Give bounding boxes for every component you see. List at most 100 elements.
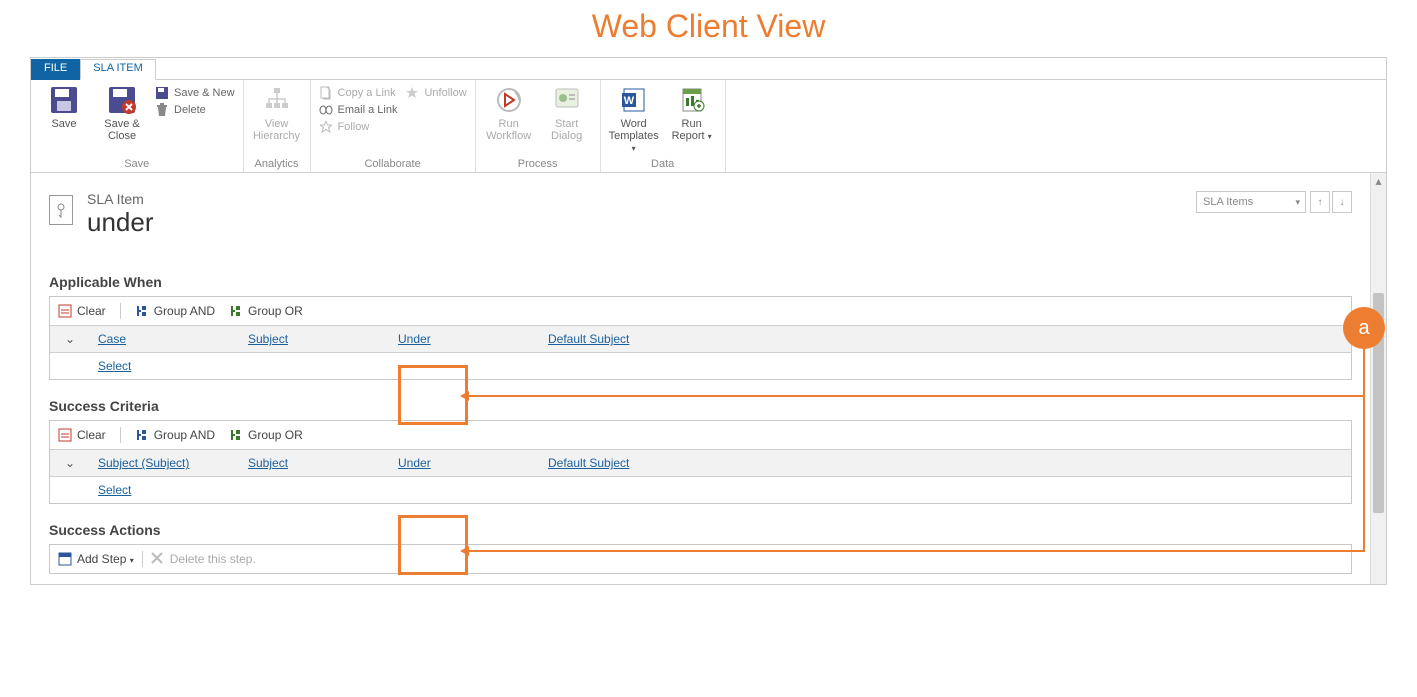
save-close-button-label: Save & Close — [97, 118, 147, 142]
delete-button[interactable]: Delete — [155, 103, 235, 117]
ribbon-group-process-label: Process — [484, 154, 592, 170]
group-and-icon — [135, 428, 149, 442]
unfollow-button[interactable]: Unfollow — [405, 86, 466, 100]
condition-row-sc: ⌄ Subject (Subject) Subject Under Defaul… — [50, 449, 1351, 476]
applicable-when-box: Clear Group AND Group OR ⌄ Case — [49, 296, 1352, 380]
group-or-icon — [229, 304, 243, 318]
clear-button-sc[interactable]: Clear — [58, 428, 106, 442]
app-frame: FILE SLA ITEM Save Save & Close — [30, 57, 1387, 585]
email-link-button[interactable]: Email a Link — [319, 103, 398, 117]
success-criteria-box: Clear Group AND Group OR ⌄ Subj — [49, 420, 1352, 504]
save-close-icon — [106, 84, 138, 116]
nav-view-dropdown[interactable]: SLA Items — [1196, 191, 1306, 213]
section-success-criteria-heading: Success Criteria — [49, 398, 1352, 414]
save-button-label: Save — [51, 118, 76, 130]
email-link-icon — [319, 103, 333, 117]
condition-entity-aw[interactable]: Case — [98, 332, 126, 346]
clear-label-aw: Clear — [77, 304, 106, 318]
success-actions-toolbar: Add Step ▾ Delete this step. — [49, 544, 1352, 574]
clear-label-sc: Clear — [77, 428, 106, 442]
add-step-icon — [58, 552, 72, 566]
follow-button[interactable]: Follow — [319, 120, 398, 134]
save-new-button[interactable]: Save & New — [155, 86, 235, 100]
group-or-button-aw[interactable]: Group OR — [229, 304, 303, 318]
group-and-button-aw[interactable]: Group AND — [135, 304, 215, 318]
ribbon-group-collaborate: Copy a Link Email a Link Follow Unfollow — [311, 80, 476, 172]
save-button[interactable]: Save — [39, 84, 89, 130]
ribbon-group-collaborate-label: Collaborate — [319, 154, 467, 170]
scrollbar[interactable]: ▴ — [1370, 173, 1386, 584]
group-and-button-sc[interactable]: Group AND — [135, 428, 215, 442]
condition-operator-aw[interactable]: Under — [398, 332, 431, 346]
word-templates-button[interactable]: W Word Templates ▾ — [609, 84, 659, 154]
ribbon-group-save-label: Save — [39, 154, 235, 170]
delete-step-icon — [151, 552, 165, 566]
arrow-down-icon: ↓ — [1340, 197, 1345, 208]
clear-icon — [58, 428, 72, 442]
tab-strip: FILE SLA ITEM — [31, 58, 1386, 80]
condition-field-sc[interactable]: Subject — [248, 456, 288, 470]
run-workflow-button[interactable]: Run Workflow — [484, 84, 534, 142]
chevron-down-icon[interactable]: ⌄ — [50, 332, 90, 346]
condition-value-sc[interactable]: Default Subject — [548, 456, 629, 470]
condition-row-aw: ⌄ Case Subject Under Default Subject — [50, 325, 1351, 352]
run-report-label: Run Report ▾ — [667, 118, 717, 142]
report-icon — [676, 84, 708, 116]
save-close-button[interactable]: Save & Close — [97, 84, 147, 142]
group-and-label-aw: Group AND — [154, 304, 215, 318]
follow-label: Follow — [338, 121, 370, 133]
select-row-sc: Select — [50, 476, 1351, 503]
ribbon-group-save: Save Save & Close Save & New — [31, 80, 244, 172]
nav-down-button[interactable]: ↓ — [1332, 191, 1352, 213]
content-wrap: SLA Item under SLA Items ↑ ↓ — [31, 173, 1386, 584]
start-dialog-button[interactable]: Start Dialog — [542, 84, 592, 142]
separator — [120, 427, 121, 443]
clear-button-aw[interactable]: Clear — [58, 304, 106, 318]
copy-link-label: Copy a Link — [338, 87, 396, 99]
page-title: Web Client View — [0, 0, 1417, 57]
scroll-up-icon: ▴ — [1371, 173, 1386, 189]
condition-operator-sc[interactable]: Under — [398, 456, 431, 470]
view-hierarchy-label: View Hierarchy — [252, 118, 302, 142]
copy-link-button[interactable]: Copy a Link — [319, 86, 398, 100]
save-new-label: Save & New — [174, 87, 235, 99]
group-and-label-sc: Group AND — [154, 428, 215, 442]
tab-file[interactable]: FILE — [31, 59, 80, 80]
condition-field-aw[interactable]: Subject — [248, 332, 288, 346]
add-step-label: Add Step ▾ — [77, 552, 134, 566]
entity-icon — [49, 195, 73, 225]
hierarchy-icon — [261, 84, 293, 116]
email-link-label: Email a Link — [338, 104, 398, 116]
tab-sla-item[interactable]: SLA ITEM — [80, 59, 156, 80]
annotation-badge-a: a — [1343, 307, 1385, 349]
start-dialog-label: Start Dialog — [542, 118, 592, 142]
nav-up-button[interactable]: ↑ — [1310, 191, 1330, 213]
save-icon — [48, 84, 80, 116]
chevron-down-icon[interactable]: ⌄ — [50, 456, 90, 470]
section-success-actions-heading: Success Actions — [49, 522, 1352, 538]
ribbon-group-data-label: Data — [609, 154, 717, 170]
condition-value-aw[interactable]: Default Subject — [548, 332, 629, 346]
select-link-aw[interactable]: Select — [98, 359, 131, 373]
arrow-up-icon: ↑ — [1318, 197, 1323, 208]
entity-type: SLA Item — [87, 191, 154, 207]
unfollow-label: Unfollow — [424, 87, 466, 99]
word-icon: W — [618, 84, 650, 116]
svg-text:W: W — [623, 95, 634, 107]
group-or-label-aw: Group OR — [248, 304, 303, 318]
condition-entity-sc[interactable]: Subject (Subject) — [98, 456, 189, 470]
run-report-button[interactable]: Run Report ▾ — [667, 84, 717, 142]
dialog-icon — [551, 84, 583, 116]
add-step-button[interactable]: Add Step ▾ — [58, 552, 134, 566]
group-or-button-sc[interactable]: Group OR — [229, 428, 303, 442]
run-workflow-label: Run Workflow — [484, 118, 534, 142]
group-or-icon — [229, 428, 243, 442]
trash-icon — [155, 103, 169, 117]
group-and-icon — [135, 304, 149, 318]
select-link-sc[interactable]: Select — [98, 483, 131, 497]
ribbon-group-analytics: View Hierarchy Analytics — [244, 80, 311, 172]
clear-icon — [58, 304, 72, 318]
view-hierarchy-button[interactable]: View Hierarchy — [252, 84, 302, 142]
delete-step-button[interactable]: Delete this step. — [151, 552, 256, 566]
group-or-label-sc: Group OR — [248, 428, 303, 442]
